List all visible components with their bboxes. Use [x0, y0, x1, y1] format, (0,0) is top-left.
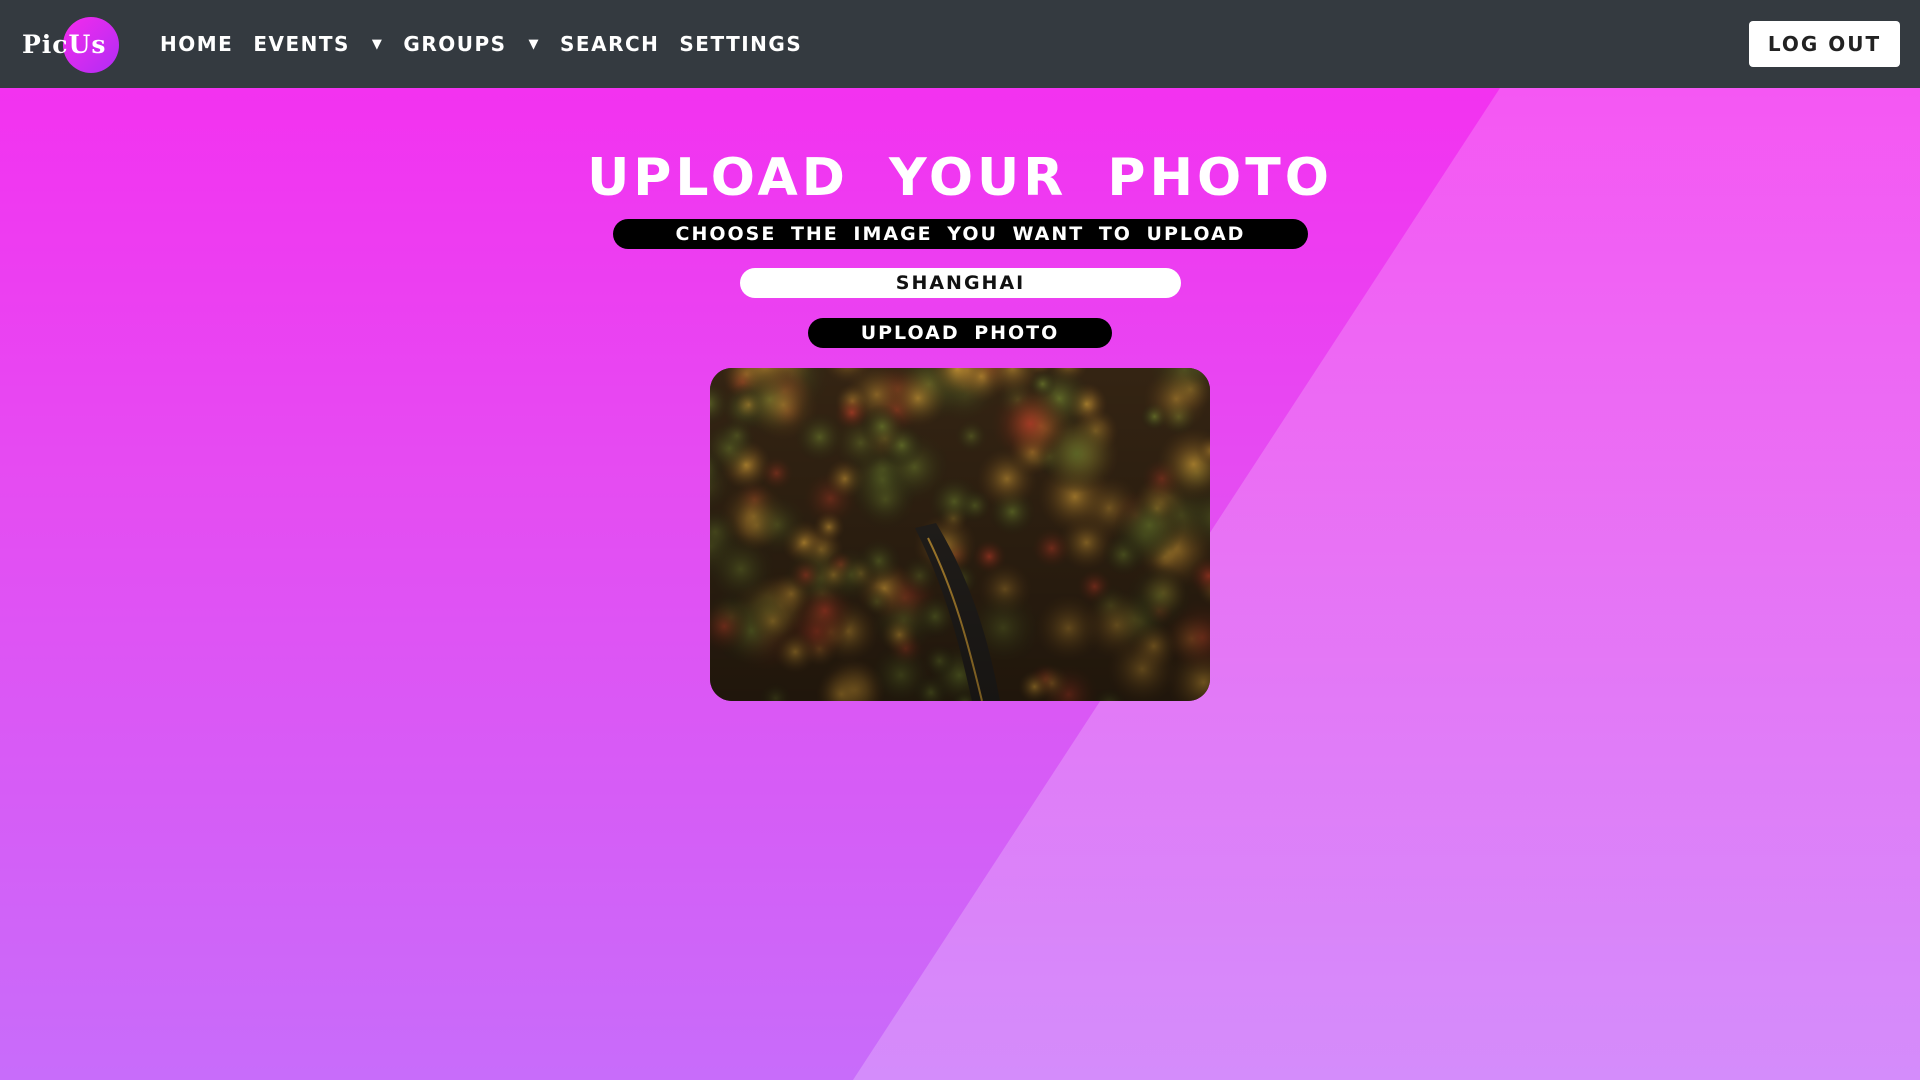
forest-image — [710, 368, 1210, 701]
nav-label-groups: GROUPS — [403, 32, 507, 56]
nav-item-settings[interactable]: SETTINGS — [669, 0, 812, 88]
caret-down-icon: ▼ — [528, 36, 541, 52]
nav-item-home[interactable]: HOME — [150, 0, 243, 88]
nav-label-settings: SETTINGS — [679, 32, 803, 56]
upload-photo-button[interactable]: UPLOAD PHOTO — [808, 318, 1112, 348]
logout-button[interactable]: LOG OUT — [1749, 21, 1900, 67]
location-input[interactable] — [740, 268, 1181, 298]
nav-item-events[interactable]: EVENTS ▼ — [243, 0, 393, 88]
choose-image-button[interactable]: CHOOSE THE IMAGE YOU WANT TO UPLOAD — [613, 219, 1308, 249]
nav-label-search: SEARCH — [560, 32, 660, 56]
nav-item-search[interactable]: SEARCH — [550, 0, 669, 88]
caret-down-icon: ▼ — [371, 36, 384, 52]
nav-label-home: HOME — [160, 32, 234, 56]
top-navbar: PicUs HOME EVENTS ▼ GROUPS ▼ SEARCH SETTIN… — [0, 0, 1920, 88]
nav-item-groups[interactable]: GROUPS ▼ — [393, 0, 550, 88]
nav-label-events: EVENTS — [253, 32, 350, 56]
brand-logo[interactable]: PicUs — [22, 14, 132, 74]
photo-preview — [710, 368, 1210, 701]
brand-name: PicUs — [22, 29, 107, 59]
nav-menu: HOME EVENTS ▼ GROUPS ▼ SEARCH SETTINGS — [150, 0, 812, 88]
page-title: UPLOAD YOUR PHOTO — [587, 148, 1333, 208]
